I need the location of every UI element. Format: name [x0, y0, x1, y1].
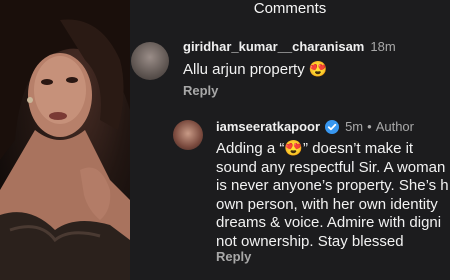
reply-line: is never anyone’s property. She’s h	[216, 177, 449, 194]
verified-badge-icon	[325, 120, 340, 138]
reply-time: 5m	[345, 119, 364, 134]
comment-text: Allu arjun property 😍	[183, 61, 328, 80]
reply-button[interactable]: Reply	[183, 83, 218, 99]
commenter-avatar[interactable]	[131, 42, 169, 80]
profile-photo	[0, 0, 130, 280]
comments-panel: Comments giridhar_kumar__charanisam 18m A…	[130, 0, 450, 280]
comment-username[interactable]: giridhar_kumar__charanisam	[183, 39, 364, 54]
author-badge: Author	[375, 119, 414, 134]
comment-meta: giridhar_kumar__charanisam 18m	[183, 39, 396, 55]
reply-line: Adding a “😍” doesn’t make it	[216, 140, 414, 157]
reply-line: own person, with her own identity	[216, 195, 438, 213]
reply-text: Adding a “😍” doesn’t make it sound any r…	[216, 140, 449, 251]
meta-separator: •	[367, 119, 372, 134]
reply-button[interactable]: Reply	[216, 249, 251, 265]
comment-line: Allu arjun property 😍	[183, 61, 328, 78]
reply-meta: iamseeratkapoor 5m • Author	[216, 119, 414, 138]
photo-illustration	[0, 0, 130, 280]
comments-title: Comments	[253, 0, 327, 17]
reply-line: dreams & voice. Admire with digni	[216, 214, 442, 231]
reply-line: sound any respectful Sir. A woman	[216, 158, 446, 176]
reply-username[interactable]: iamseeratkapoor	[216, 119, 320, 134]
comment-time: 18m	[370, 39, 396, 54]
author-avatar[interactable]	[173, 120, 203, 150]
